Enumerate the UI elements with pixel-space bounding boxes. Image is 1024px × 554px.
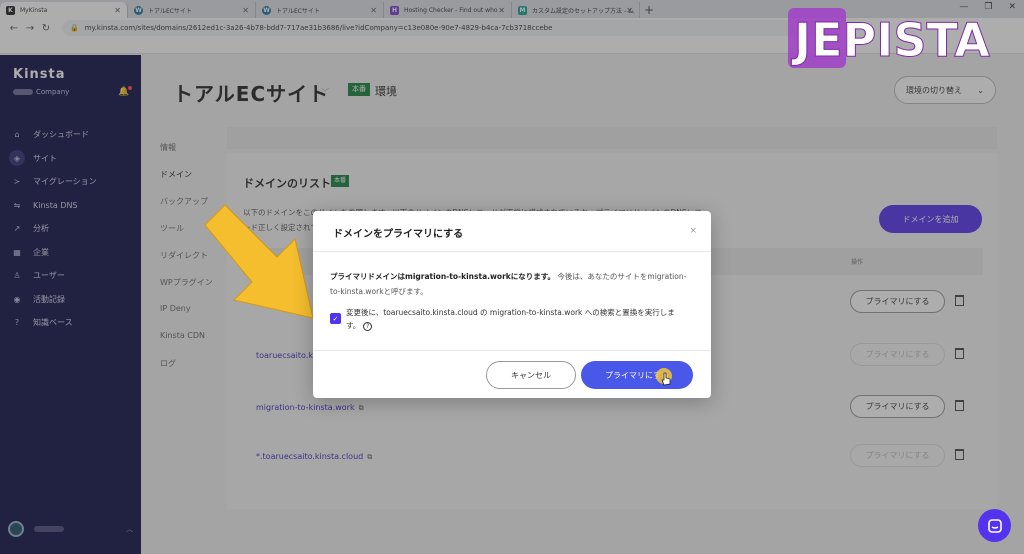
close-icon[interactable]: × [689, 226, 697, 236]
hand-pointer-icon [661, 372, 671, 386]
dialog-message-bold: プライマリドメインはmigration-to-kinsta.workになります。 [330, 272, 555, 281]
pointer-arrow-graphic [204, 204, 314, 319]
divider [313, 251, 711, 252]
divider [313, 350, 711, 351]
cancel-button[interactable]: キャンセル [486, 361, 576, 389]
make-primary-dialog: ドメインをプライマリにする × プライマリドメインはmigration-to-k… [313, 211, 711, 398]
search-replace-checkbox[interactable]: ✓ [330, 313, 341, 324]
search-replace-option: ✓ 変更後に、toaruecsaito.kinsta.cloud の migra… [330, 306, 700, 332]
dialog-title: ドメインをプライマリにする [333, 229, 464, 240]
mouse-cursor-icon [656, 368, 672, 386]
confirm-make-primary-button[interactable]: プライマリにする [581, 361, 693, 389]
chat-icon [987, 518, 1002, 533]
watermark-text: JEPISTA [791, 13, 990, 67]
checkbox-label-text: 変更後に、toaruecsaito.kinsta.cloud の migrati… [346, 308, 675, 330]
chat-launcher-button[interactable] [978, 509, 1011, 542]
jepista-watermark-logo: JEPISTA [788, 8, 991, 68]
checkbox-label: 変更後に、toaruecsaito.kinsta.cloud の migrati… [346, 306, 686, 332]
dialog-message: プライマリドメインはmigration-to-kinsta.workになります。… [330, 269, 695, 299]
help-icon[interactable]: ? [363, 322, 373, 331]
